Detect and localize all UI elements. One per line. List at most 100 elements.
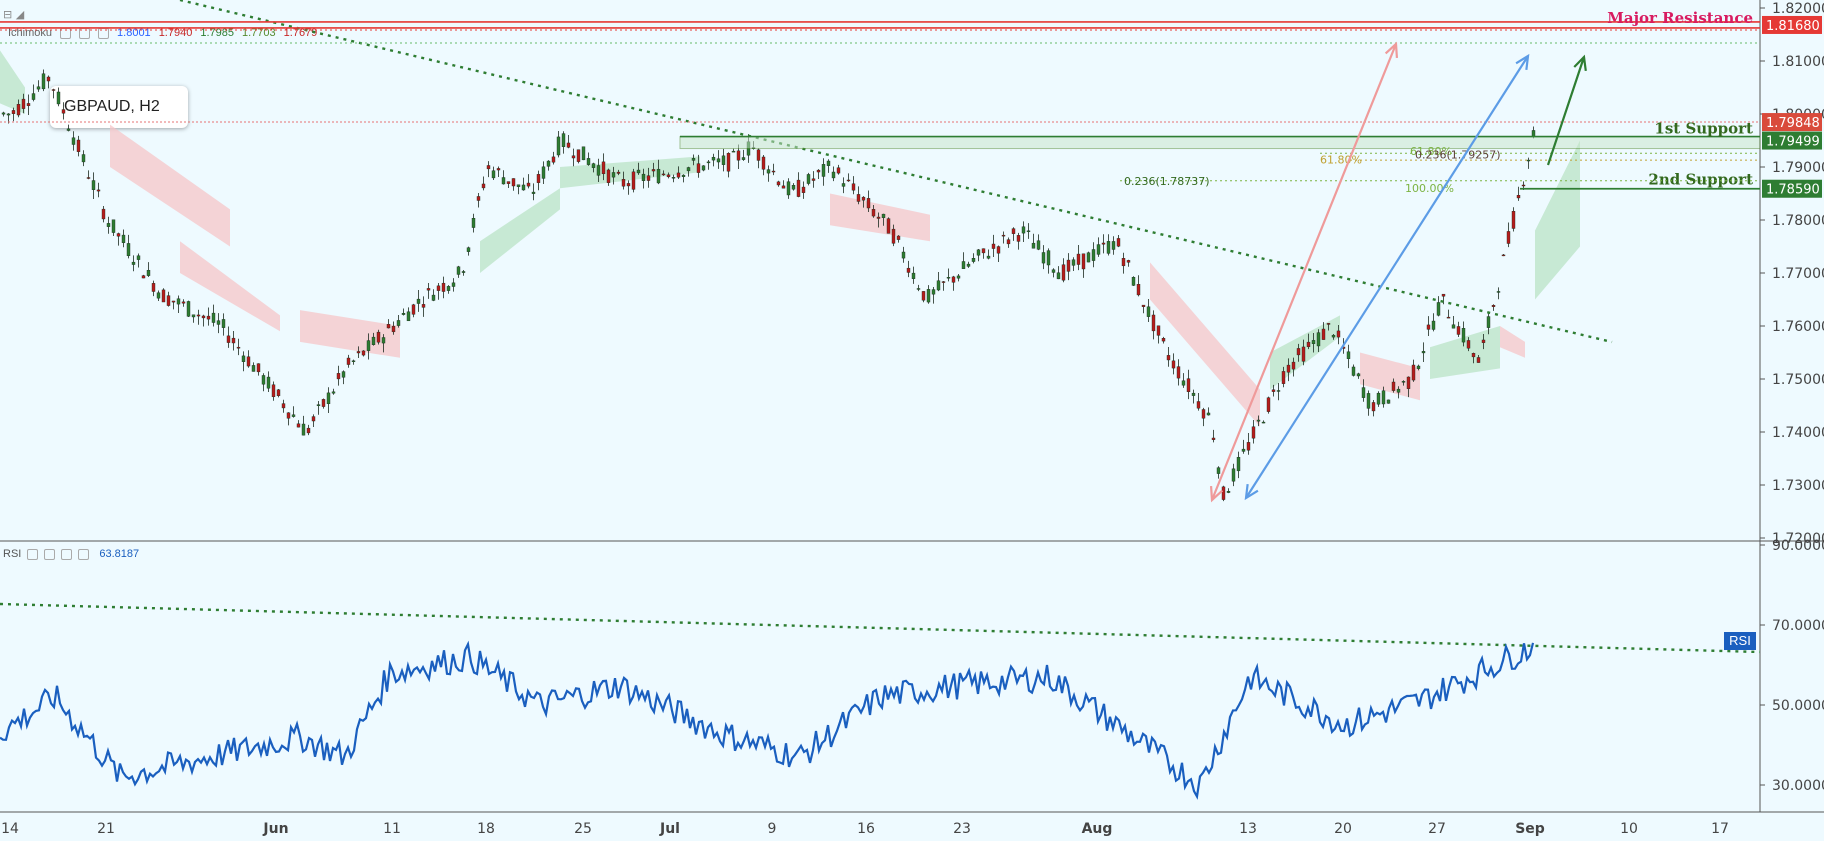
candle-body: [1281, 371, 1286, 384]
candle-body: [1131, 277, 1136, 286]
candle-body: [986, 255, 991, 259]
time-tick-label: 9: [768, 821, 777, 837]
candle-body: [901, 251, 906, 259]
major-resistance-label: Major Resistance: [1607, 9, 1753, 27]
candle-body: [136, 255, 141, 260]
candle-body: [1261, 421, 1266, 424]
fib-label: 0.236(1.79257): [1415, 148, 1501, 161]
candle-body: [1526, 159, 1531, 162]
kumo-bull: [0, 50, 25, 114]
candle-body: [301, 423, 306, 436]
candle-body: [1271, 389, 1276, 392]
time-tick-label: 10: [1620, 821, 1638, 837]
candle-body: [1216, 467, 1221, 474]
candle-body: [646, 175, 651, 181]
candle-body: [1516, 195, 1521, 199]
candle-body: [266, 376, 271, 389]
candle-body: [501, 177, 506, 185]
candle-body: [1086, 252, 1091, 263]
candle-body: [936, 280, 941, 291]
candle-body: [491, 170, 496, 179]
candle-body: [71, 137, 76, 145]
candle-body: [1486, 316, 1491, 328]
price-badge-label: 1.79499: [1766, 135, 1820, 150]
candle-body: [826, 160, 831, 166]
candle-body: [211, 312, 216, 323]
candle-body: [76, 139, 81, 152]
candle-body: [1241, 448, 1246, 452]
candle-body: [296, 423, 301, 428]
candle-body: [1276, 390, 1281, 392]
candle-body: [176, 298, 181, 305]
candle-body: [61, 109, 66, 114]
candle-body: [1101, 242, 1106, 245]
candle-body: [1411, 364, 1416, 381]
candle-body: [251, 365, 256, 372]
candle-body: [741, 157, 746, 160]
candle-body: [1006, 239, 1011, 245]
candle-body: [306, 427, 311, 434]
candle-body: [946, 277, 951, 279]
candle-body: [1221, 486, 1226, 500]
candle-body: [1141, 304, 1146, 307]
candle-body: [846, 179, 851, 182]
candle-body: [41, 73, 46, 90]
candle-body: [1166, 355, 1171, 361]
rsi-tick-label: 50.0000: [1772, 698, 1824, 714]
candle-body: [611, 172, 616, 178]
candle-body: [1461, 328, 1466, 343]
candle-body: [591, 163, 596, 168]
candle-body: [781, 185, 786, 189]
candle-body: [1421, 351, 1426, 354]
candle-body: [411, 304, 416, 315]
candle-body: [1126, 260, 1131, 263]
candle-body: [101, 208, 106, 220]
candle-body: [141, 275, 146, 279]
kumo-bull: [480, 188, 560, 273]
candle-body: [426, 288, 431, 291]
candle-body: [661, 173, 666, 176]
time-tick-label: 25: [574, 821, 592, 837]
candle-body: [1011, 228, 1016, 234]
candle-body: [876, 216, 881, 219]
candle-body: [1426, 324, 1431, 330]
candle-body: [881, 213, 886, 218]
candle-body: [261, 375, 266, 385]
candle-body: [581, 146, 586, 161]
candle-body: [1466, 340, 1471, 349]
candle-body: [496, 168, 501, 171]
candle-body: [1136, 284, 1141, 296]
candle-body: [6, 113, 11, 116]
candle-body: [236, 346, 241, 349]
time-tick-label: 14: [1, 821, 19, 837]
candle-body: [1356, 373, 1361, 377]
candle-body: [1511, 211, 1516, 229]
candle-body: [686, 167, 691, 172]
candle-body: [1096, 244, 1101, 255]
candle-body: [311, 416, 316, 422]
time-tick-label: 17: [1711, 821, 1729, 837]
candle-body: [416, 298, 421, 304]
candle-body: [541, 166, 546, 179]
candle-body: [91, 180, 96, 190]
candle-body: [1211, 437, 1216, 440]
candle-body: [956, 275, 961, 279]
candle-body: [46, 76, 51, 82]
candle-body: [666, 174, 671, 178]
candle-body: [1286, 364, 1291, 373]
candle-body: [1311, 340, 1316, 344]
candle-body: [911, 272, 916, 279]
candle-body: [1336, 330, 1341, 338]
candle-body: [1351, 366, 1356, 376]
candle-body: [1491, 305, 1496, 307]
price-chart[interactable]: 1.820001.810001.800001.790001.780001.770…: [0, 0, 1824, 841]
candle-body: [1291, 361, 1296, 370]
candle-body: [921, 291, 926, 301]
candle-body: [816, 169, 821, 173]
candle-body: [616, 171, 621, 174]
candle-body: [976, 249, 981, 256]
candle-body: [996, 246, 1001, 254]
candle-body: [931, 289, 936, 295]
candle-body: [1366, 393, 1371, 409]
candle-body: [511, 178, 516, 187]
